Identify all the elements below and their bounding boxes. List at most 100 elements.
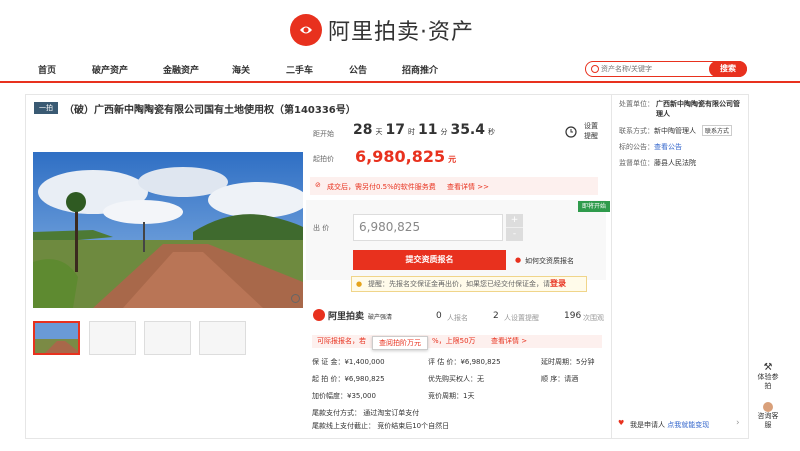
nav-item-customs[interactable]: 海关 [232,63,250,76]
contact-value: 新中陶管理人 [654,127,696,135]
countdown-minutes: 11 [417,122,438,138]
bid-stepper: + - [506,214,523,241]
contact-label: 联系方式： [619,127,654,135]
pay-deadline-info: 尾款线上支付截止： 竞价结束后10个自然日 [312,422,450,430]
reminder-label-1: 设置 [584,122,598,130]
countdown: 28 天 17 时 11 分 35.4 秒 [353,122,495,138]
stats-row: 阿里拍卖 破产强清 0 人报名 2 人设置提醒 196 次围观 [306,303,611,333]
order-info: 顺 序：请酒 [541,375,579,383]
alarm-clock-icon [565,126,577,138]
login-link[interactable]: 登录 [550,279,566,288]
fee-detail-link[interactable]: 查看详情 >> [447,182,489,192]
apply-count: 0 [436,311,442,321]
increase-bid-button[interactable]: + [506,214,523,227]
try-bid-button[interactable]: ⚒ 体验参拍 [757,362,779,391]
stats-brand-sub: 破产强清 [368,314,393,321]
nav-item-used-car[interactable]: 二手车 [286,63,313,76]
deposit-info: 保 证 金：¥1,400,000 [312,358,385,366]
brand-name: 阿里拍卖·资产 [328,20,474,45]
tooltip: 查阅拍阶万元 [372,336,428,350]
try-bid-label: 体验参拍 [757,373,779,390]
countdown-hours: 17 [385,122,405,138]
login-hint: ● 提醒：先报名交保证金再出价，如果您已经交付保证金，请登录 [351,276,587,292]
apply-label: 人报名 [447,314,468,322]
assess-info: 评 估 价：¥6,980,825 [428,358,501,366]
view-label: 次围观 [583,314,604,322]
nav-item-bankrupt[interactable]: 破产资产 [92,63,128,76]
lot-main-image[interactable] [33,152,303,308]
service-avatar-icon [763,402,773,412]
start-price-unit: 元 [448,155,457,164]
nav-item-investment[interactable]: 招商推介 [402,63,438,76]
supervisor-value: 广西新中陶陶瓷有限公司管理人 [656,100,740,118]
court-label: 监督单位： [619,159,654,167]
alert-link[interactable]: 查看详情 > [491,335,527,348]
reminder-label-2: 提醒 [584,132,598,140]
cycle-info: 延时周期：5分钟 [541,358,595,366]
period-info: 竞价周期：1天 [428,392,475,400]
pay-way-info: 尾款支付方式： 通过淘宝订单支付 [312,409,420,417]
step-info: 加价幅度：¥35,000 [312,392,376,400]
fee-tip-text: 成交后，需另付0.5%的软件服务费 [327,183,436,191]
contact-button-label: 联系方式 [705,128,730,135]
countdown-seconds: 35.4 [450,122,485,138]
search-button[interactable]: 搜索 [709,61,747,77]
register-button[interactable]: 提交资质报名 [353,250,506,270]
countdown-label: 距开始 [313,130,334,138]
thumbnail-4[interactable] [199,321,246,355]
alert-bar: 可际报报名，若 %，上限50万 查看详情 > [312,335,602,348]
notice-link[interactable]: 查看公告 [654,143,682,151]
customer-service-button[interactable]: 咨询客服 [757,402,779,430]
nav-item-financial[interactable]: 金融资产 [163,63,199,76]
countdown-days: 28 [353,122,373,138]
start-price-value: 6,980,825 [355,147,446,166]
stats-brand-logo [313,309,325,321]
search-input[interactable] [601,64,711,75]
applicant-link[interactable]: 点我就能变现 [667,421,709,429]
lightbulb-icon: ● [356,280,363,288]
chevron-right-icon[interactable]: › [736,418,740,428]
remind-count: 2 [493,311,499,321]
remind-label: 人设置提醒 [504,314,539,322]
lot-title[interactable]: （破）广西新中陶陶瓷有限公司国有土地使用权（第140336号） [64,101,356,116]
search-box: 搜索 [585,61,747,77]
bid-amount-input[interactable]: 6,980,825 [353,214,503,241]
customer-service-label: 咨询客服 [757,412,779,429]
thumbnail-3[interactable] [144,321,191,355]
hint-text: 提醒：先报名交保证金再出价，如果您已经交付保证金，请 [368,280,550,288]
how-register-link[interactable]: 如何交资质报名 [525,256,574,266]
brand-logo-icon [290,14,322,46]
countdown-days-unit: 天 [375,128,383,136]
nav-item-home[interactable]: 首页 [38,63,56,76]
bid-label: 出 价 [313,224,330,232]
applicant-text: 我是申请人 [630,421,665,429]
decrease-bid-button[interactable]: - [506,227,523,240]
view-count: 196 [564,311,582,321]
alert-text: 可际报报名，若 [317,337,366,345]
stats-brand-name: 阿里拍卖 [328,312,365,322]
applicant-icon: ♥ [618,419,625,427]
nav-item-notice[interactable]: 公告 [349,63,367,76]
start-info: 起 拍 价：¥6,980,825 [312,375,385,383]
alert-tail: %，上限50万 [432,337,476,345]
status-badge: 即将开始 [578,201,610,212]
auction-round-tag: 一拍 [34,102,58,114]
court-value: 藤县人民法院 [654,159,696,167]
notice-label: 标的公告： [619,143,654,151]
countdown-hours-unit: 时 [407,128,415,136]
countdown-seconds-unit: 秒 [488,128,495,136]
thumbnail-1[interactable] [33,321,80,355]
set-reminder-button[interactable]: 设置 提醒 [560,121,600,143]
priority-info: 优先购买权人：无 [428,375,484,383]
side-panel: 处置单位： 广西新中陶陶瓷有限公司管理人 联系方式：新中陶管理人 联系方式 标的… [612,94,749,439]
supervisor-label: 处置单位： [619,100,654,108]
hammer-icon: ⚒ [763,362,773,373]
fee-tip-bar: ⊘ 成交后，需另付0.5%的软件服务费 查看详情 >> [310,177,598,195]
info-icon: ● [515,256,522,264]
contact-button[interactable]: 联系方式 [702,125,733,136]
warning-icon: ⊘ [315,181,321,189]
brand-logo[interactable]: 阿里拍卖·资产 [290,10,474,50]
start-price: 6,980,825 元 [355,147,456,166]
thumbnail-2[interactable] [89,321,136,355]
zoom-icon[interactable] [291,294,300,303]
